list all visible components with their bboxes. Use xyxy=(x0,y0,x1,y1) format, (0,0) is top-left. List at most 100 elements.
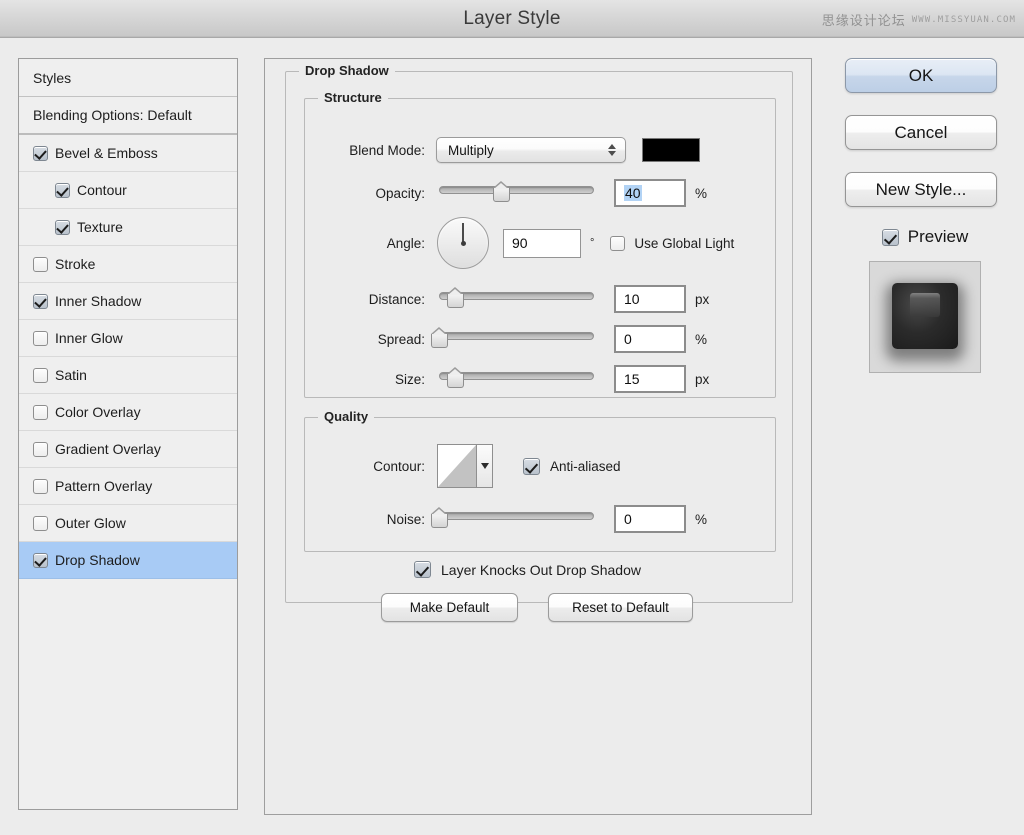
noise-slider-knob[interactable] xyxy=(431,507,448,528)
distance-slider[interactable] xyxy=(439,287,594,309)
effect-toggle-checkbox[interactable] xyxy=(33,367,48,383)
use-global-light-checkbox[interactable] xyxy=(610,235,626,251)
distance-slider-knob[interactable] xyxy=(446,287,464,308)
size-slider-knob[interactable] xyxy=(446,367,464,388)
new-style-button[interactable]: New Style... xyxy=(845,172,997,207)
effect-toggle-checkbox[interactable] xyxy=(33,441,48,457)
distance-label: Distance: xyxy=(368,291,425,307)
angle-input[interactable]: 90 xyxy=(503,228,581,258)
size-value: 15 xyxy=(624,371,640,387)
shadow-color-swatch[interactable] xyxy=(642,138,700,162)
spread-input[interactable]: 0 xyxy=(614,325,686,353)
sidebar-item-label: Texture xyxy=(77,219,123,235)
distance-value: 10 xyxy=(624,291,640,307)
chevron-down-icon xyxy=(608,151,616,156)
chevron-up-icon xyxy=(608,144,616,149)
sidebar-item-pattern-overlay[interactable]: Pattern Overlay xyxy=(19,468,237,505)
spread-row: Spread: 0 % xyxy=(305,325,775,353)
contour-picker[interactable] xyxy=(437,444,493,488)
blend-mode-row: Blend Mode: Multiply xyxy=(305,137,775,163)
anti-aliased-label: Anti-aliased xyxy=(550,458,621,474)
noise-slider-track xyxy=(439,512,594,520)
noise-label: Noise: xyxy=(386,511,425,527)
sidebar-item-inner-glow[interactable]: Inner Glow xyxy=(19,320,237,357)
spread-slider[interactable] xyxy=(431,327,594,349)
quality-group: Quality Contour: Anti-aliased Noise: 0 % xyxy=(304,409,776,552)
drop-shadow-group-title: Drop Shadow xyxy=(299,63,395,78)
layer-knocks-out-checkbox[interactable] xyxy=(414,561,431,578)
sidebar-item-inner-shadow[interactable]: Inner Shadow xyxy=(19,283,237,320)
effect-toggle-checkbox[interactable] xyxy=(33,293,48,309)
sidebar-item-gradient-overlay[interactable]: Gradient Overlay xyxy=(19,431,237,468)
size-unit: px xyxy=(695,371,710,387)
sidebar-item-label: Outer Glow xyxy=(55,515,126,531)
opacity-slider-knob[interactable] xyxy=(493,181,510,202)
layer-style-dialog: Layer Style 思缘设计论坛 WWW.MISSYUAN.COM Styl… xyxy=(0,0,1024,835)
sidebar-item-satin[interactable]: Satin xyxy=(19,357,237,394)
sidebar-item-color-overlay[interactable]: Color Overlay xyxy=(19,394,237,431)
effect-toggle-checkbox[interactable] xyxy=(33,404,48,420)
styles-sidebar: Styles Blending Options: Default Bevel &… xyxy=(18,58,238,810)
distance-input[interactable]: 10 xyxy=(614,285,686,313)
sidebar-item-outer-glow[interactable]: Outer Glow xyxy=(19,505,237,542)
cancel-button[interactable]: Cancel xyxy=(845,115,997,150)
effect-toggle-checkbox[interactable] xyxy=(33,478,48,494)
size-input[interactable]: 15 xyxy=(614,365,686,393)
anti-aliased-checkbox[interactable] xyxy=(523,457,540,475)
effect-toggle-checkbox[interactable] xyxy=(55,182,70,198)
structure-group: Structure Blend Mode: Multiply Opacity: … xyxy=(304,90,776,398)
title-bar: Layer Style 思缘设计论坛 WWW.MISSYUAN.COM xyxy=(0,0,1024,38)
blend-mode-value: Multiply xyxy=(448,142,494,158)
make-default-button[interactable]: Make Default xyxy=(381,593,518,622)
default-buttons-row: Make Default Reset to Default xyxy=(381,593,693,622)
drop-shadow-group: Drop Shadow Structure Blend Mode: Multip… xyxy=(285,63,793,622)
noise-row: Noise: 0 % xyxy=(305,505,775,533)
angle-value: 90 xyxy=(512,235,528,251)
watermark: 思缘设计论坛 WWW.MISSYUAN.COM xyxy=(822,10,1016,29)
watermark-url: WWW.MISSYUAN.COM xyxy=(911,14,1016,25)
quality-group-title: Quality xyxy=(318,409,375,424)
sidebar-item-stroke[interactable]: Stroke xyxy=(19,246,237,283)
reset-to-default-button[interactable]: Reset to Default xyxy=(548,593,693,622)
effect-toggle-checkbox[interactable] xyxy=(33,256,48,272)
effect-toggle-checkbox[interactable] xyxy=(33,552,48,568)
ok-button[interactable]: OK xyxy=(845,58,997,93)
cancel-label: Cancel xyxy=(894,122,948,142)
preview-thumbnail xyxy=(869,261,981,373)
sidebar-item-texture[interactable]: Texture xyxy=(19,209,237,246)
sidebar-item-contour[interactable]: Contour xyxy=(19,172,237,209)
effect-toggle-checkbox[interactable] xyxy=(33,515,48,531)
sidebar-item-label: Pattern Overlay xyxy=(55,478,153,494)
contour-label: Contour: xyxy=(373,458,425,474)
opacity-slider-track xyxy=(439,186,594,194)
angle-dial-hub xyxy=(460,240,466,246)
effect-toggle-checkbox[interactable] xyxy=(33,330,48,346)
contour-dropdown-arrow-icon[interactable] xyxy=(476,445,492,487)
preview-shape xyxy=(892,283,958,349)
noise-value: 0 xyxy=(624,511,632,527)
spread-unit: % xyxy=(695,331,708,347)
contour-row: Contour: Anti-aliased xyxy=(305,444,775,488)
noise-slider[interactable] xyxy=(431,507,594,529)
blend-mode-select[interactable]: Multiply xyxy=(436,137,626,163)
sidebar-item-bevel-emboss[interactable]: Bevel & Emboss xyxy=(19,135,237,172)
opacity-slider[interactable] xyxy=(439,181,594,203)
opacity-input[interactable]: 40 xyxy=(614,179,686,207)
size-slider[interactable] xyxy=(439,367,594,389)
stepper-arrows-icon[interactable] xyxy=(608,144,616,156)
sidebar-item-drop-shadow[interactable]: Drop Shadow xyxy=(19,542,237,579)
sidebar-item-label: Contour xyxy=(77,182,127,198)
make-default-label: Make Default xyxy=(409,600,490,615)
blend-mode-label: Blend Mode: xyxy=(349,142,425,158)
blending-options-label: Blending Options: Default xyxy=(33,107,192,123)
layer-knocks-out-label: Layer Knocks Out Drop Shadow xyxy=(441,561,641,578)
effect-toggle-checkbox[interactable] xyxy=(33,145,48,161)
spread-slider-knob[interactable] xyxy=(431,327,448,348)
preview-checkbox[interactable] xyxy=(881,228,899,246)
effect-toggle-checkbox[interactable] xyxy=(55,219,70,235)
noise-input[interactable]: 0 xyxy=(614,505,686,533)
watermark-chinese: 思缘设计论坛 xyxy=(821,13,906,28)
angle-dial[interactable] xyxy=(437,217,489,269)
sidebar-header-styles[interactable]: Styles xyxy=(19,59,237,97)
sidebar-item-blending-options[interactable]: Blending Options: Default xyxy=(19,97,237,135)
